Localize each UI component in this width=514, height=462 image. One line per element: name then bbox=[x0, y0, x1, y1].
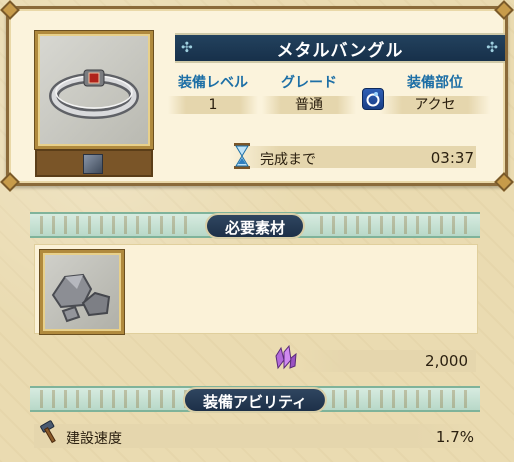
vine-ornament bbox=[320, 216, 470, 234]
accessory-ring-icon bbox=[362, 88, 384, 110]
timer-label: 完成まで bbox=[260, 152, 316, 168]
ore-rocks-icon bbox=[51, 273, 111, 323]
grade-label: グレード bbox=[281, 75, 337, 91]
ornament-icon: ✣ bbox=[486, 40, 499, 56]
material-item-slot[interactable] bbox=[40, 250, 124, 334]
equip-slot-value: アクセ bbox=[380, 96, 490, 114]
vine-ornament bbox=[40, 216, 190, 234]
vine-ornament bbox=[40, 390, 190, 408]
timer-value: 03:37 bbox=[430, 149, 474, 167]
ability-value: 1.7% bbox=[435, 428, 474, 446]
materials-section-header: 必要素材 bbox=[30, 212, 480, 239]
abilities-section-header: 装備アビリティ bbox=[30, 386, 480, 413]
vine-ornament bbox=[320, 390, 470, 408]
equip-level-label: 装備レベル bbox=[178, 75, 248, 91]
equip-level-stat: 装備レベル 1 bbox=[168, 72, 258, 114]
hourglass-icon bbox=[233, 143, 251, 169]
materials-title: 必要素材 bbox=[204, 213, 306, 239]
item-name-banner: ✣ メタルバングル ✣ bbox=[175, 33, 505, 63]
item-image-frame[interactable] bbox=[35, 31, 153, 149]
ornament-icon: ✣ bbox=[181, 40, 194, 56]
abilities-title: 装備アビリティ bbox=[182, 387, 328, 413]
item-slot-bar bbox=[35, 149, 153, 177]
ability-label: 建設速度 bbox=[66, 431, 122, 447]
equip-level-value: 1 bbox=[168, 96, 258, 114]
purple-crystal-icon bbox=[272, 344, 298, 374]
slot-indicator-icon bbox=[83, 154, 103, 174]
grade-value: 普通 bbox=[262, 96, 356, 114]
cost-value: 2,000 bbox=[425, 352, 468, 370]
item-name: メタルバングル bbox=[276, 40, 404, 61]
grade-stat: グレード 普通 bbox=[262, 72, 356, 114]
equip-slot-label: 装備部位 bbox=[407, 75, 463, 91]
hammer-icon bbox=[38, 420, 62, 448]
metal-bangle-icon bbox=[49, 69, 139, 119]
equip-slot-stat: 装備部位 アクセ bbox=[380, 72, 490, 114]
